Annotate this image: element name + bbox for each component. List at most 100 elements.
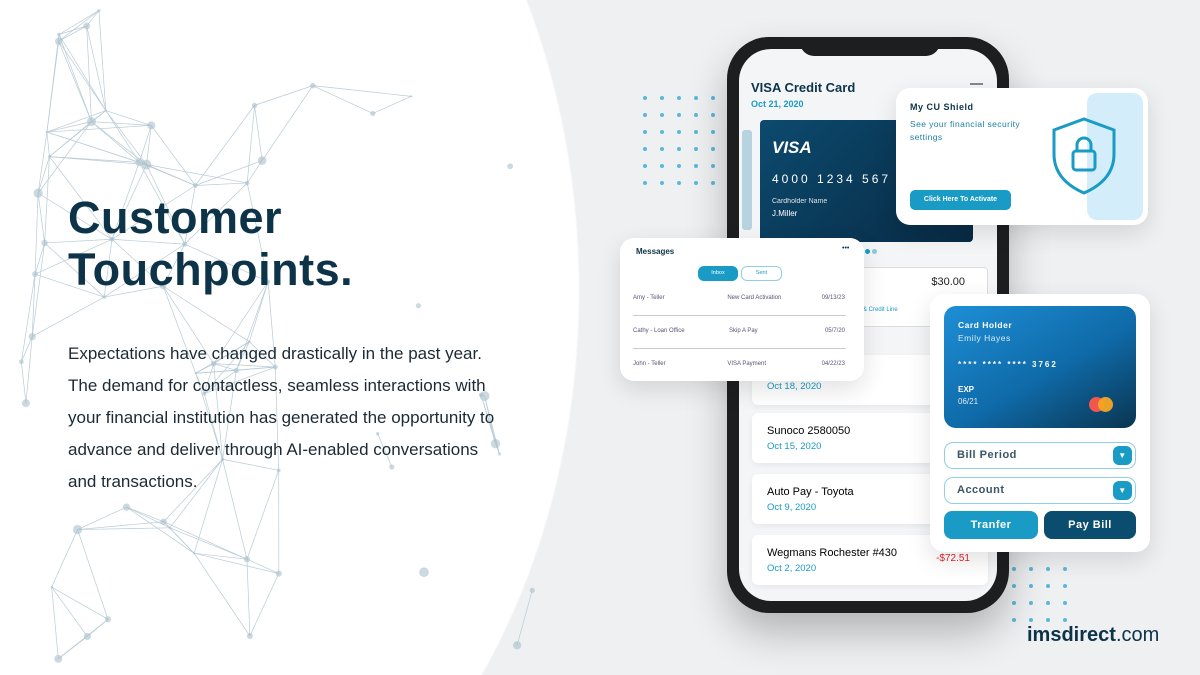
network-node <box>257 156 267 165</box>
dot <box>660 130 664 134</box>
network-node <box>21 399 30 408</box>
prev-card-peek <box>742 130 752 230</box>
network-node <box>54 654 63 663</box>
shield-description: See your financial security settings <box>910 119 1021 142</box>
messages-title: Messages <box>636 247 675 256</box>
pay-bill-button[interactable]: Pay Bill <box>1044 511 1136 539</box>
message-subject: New Card Activation <box>727 295 782 301</box>
dot <box>711 130 715 134</box>
dot <box>694 130 698 134</box>
menu-icon[interactable] <box>970 83 983 85</box>
network-line <box>254 105 263 161</box>
tab-sent[interactable]: Sent <box>741 266 782 281</box>
network-node <box>50 585 53 589</box>
dot <box>643 130 647 134</box>
message-row[interactable]: Amy - Teller New Card Activation 09/13/23 <box>633 295 845 301</box>
network-line <box>20 361 27 404</box>
network-node <box>104 616 111 623</box>
network-node <box>246 632 253 639</box>
phone-notch <box>800 40 940 56</box>
message-sender: John - Teller <box>633 361 666 367</box>
network-node <box>168 526 172 530</box>
dot <box>711 113 715 117</box>
network-line <box>51 529 78 588</box>
title-line-1: Customer <box>68 192 283 243</box>
message-subject: VISA Payment <box>727 361 766 367</box>
dot <box>643 181 647 185</box>
network-line <box>34 193 39 275</box>
network-node <box>243 556 251 563</box>
dot <box>643 113 647 117</box>
network-node <box>310 82 316 89</box>
network-node <box>415 303 422 309</box>
dot <box>1029 567 1033 571</box>
dot <box>1046 601 1050 605</box>
credit-card[interactable]: Card Holder Emily Hayes **** **** **** 3… <box>944 306 1136 428</box>
network-node <box>41 239 48 247</box>
exp-label: EXP <box>958 385 975 394</box>
dot <box>1029 601 1033 605</box>
network-line <box>254 85 313 106</box>
network-node <box>72 524 83 535</box>
network-node <box>419 567 429 578</box>
dot <box>677 181 681 185</box>
divider <box>633 348 846 349</box>
dot <box>694 113 698 117</box>
tab-inbox[interactable]: Inbox <box>698 266 738 281</box>
account-select[interactable]: Account ▼ <box>944 477 1136 504</box>
dot <box>1046 567 1050 571</box>
network-line <box>51 587 59 659</box>
network-line <box>194 552 279 574</box>
network-line <box>46 34 60 133</box>
network-line <box>246 558 279 574</box>
dot <box>1063 618 1067 622</box>
chevron-down-icon: ▼ <box>1113 446 1132 465</box>
transfer-button[interactable]: Tranfer <box>944 511 1038 539</box>
dot <box>660 96 664 100</box>
dot <box>694 96 698 100</box>
network-line <box>126 506 195 554</box>
network-node <box>45 130 49 134</box>
network-node <box>498 452 501 456</box>
more-icon[interactable]: ••• <box>842 245 849 252</box>
network-line <box>261 85 314 161</box>
dot <box>1029 618 1033 622</box>
message-subject: Skip A Pay <box>728 328 758 334</box>
network-line <box>58 34 92 122</box>
network-line <box>58 619 109 660</box>
messages-card: Messages ••• Inbox Sent <box>620 238 864 381</box>
network-node <box>122 503 131 511</box>
dot <box>1012 584 1016 588</box>
message-row[interactable]: John - Teller VISA Payment 04/22/23 <box>633 361 845 367</box>
network-line <box>86 25 92 122</box>
dot <box>660 147 664 151</box>
dot <box>694 181 698 185</box>
dot <box>660 113 664 117</box>
network-line <box>249 573 280 637</box>
network-line <box>58 41 107 111</box>
dot <box>1012 618 1016 622</box>
network-node <box>147 121 156 130</box>
dot <box>711 147 715 151</box>
dot <box>694 147 698 151</box>
body-text: Expectations have changed drastically in… <box>68 344 495 491</box>
carousel-dots[interactable] <box>865 249 870 254</box>
dot <box>1063 601 1067 605</box>
bill-period-select[interactable]: Bill Period ▼ <box>944 442 1136 469</box>
dot <box>677 147 681 151</box>
account-label: Account <box>957 484 1005 496</box>
logo-suffix: .com <box>1115 624 1160 646</box>
dot <box>1029 584 1033 588</box>
title-line-2: Touchpoints. <box>68 244 354 295</box>
activate-button[interactable]: Click Here To Activate <box>910 190 1011 210</box>
message-row[interactable]: Cathy - Loan Office Skip A Pay 05/7/20 <box>633 328 845 334</box>
dot <box>643 147 647 151</box>
imsdirect-logo: imsdirect.com <box>1027 624 1159 647</box>
dot <box>1063 584 1067 588</box>
network-line <box>49 156 147 165</box>
transaction-amount: -$72.51 <box>936 553 970 564</box>
network-line <box>169 527 195 554</box>
card-holder-label: Card Holder <box>958 320 1013 330</box>
network-line <box>51 586 109 620</box>
network-node <box>141 159 152 170</box>
